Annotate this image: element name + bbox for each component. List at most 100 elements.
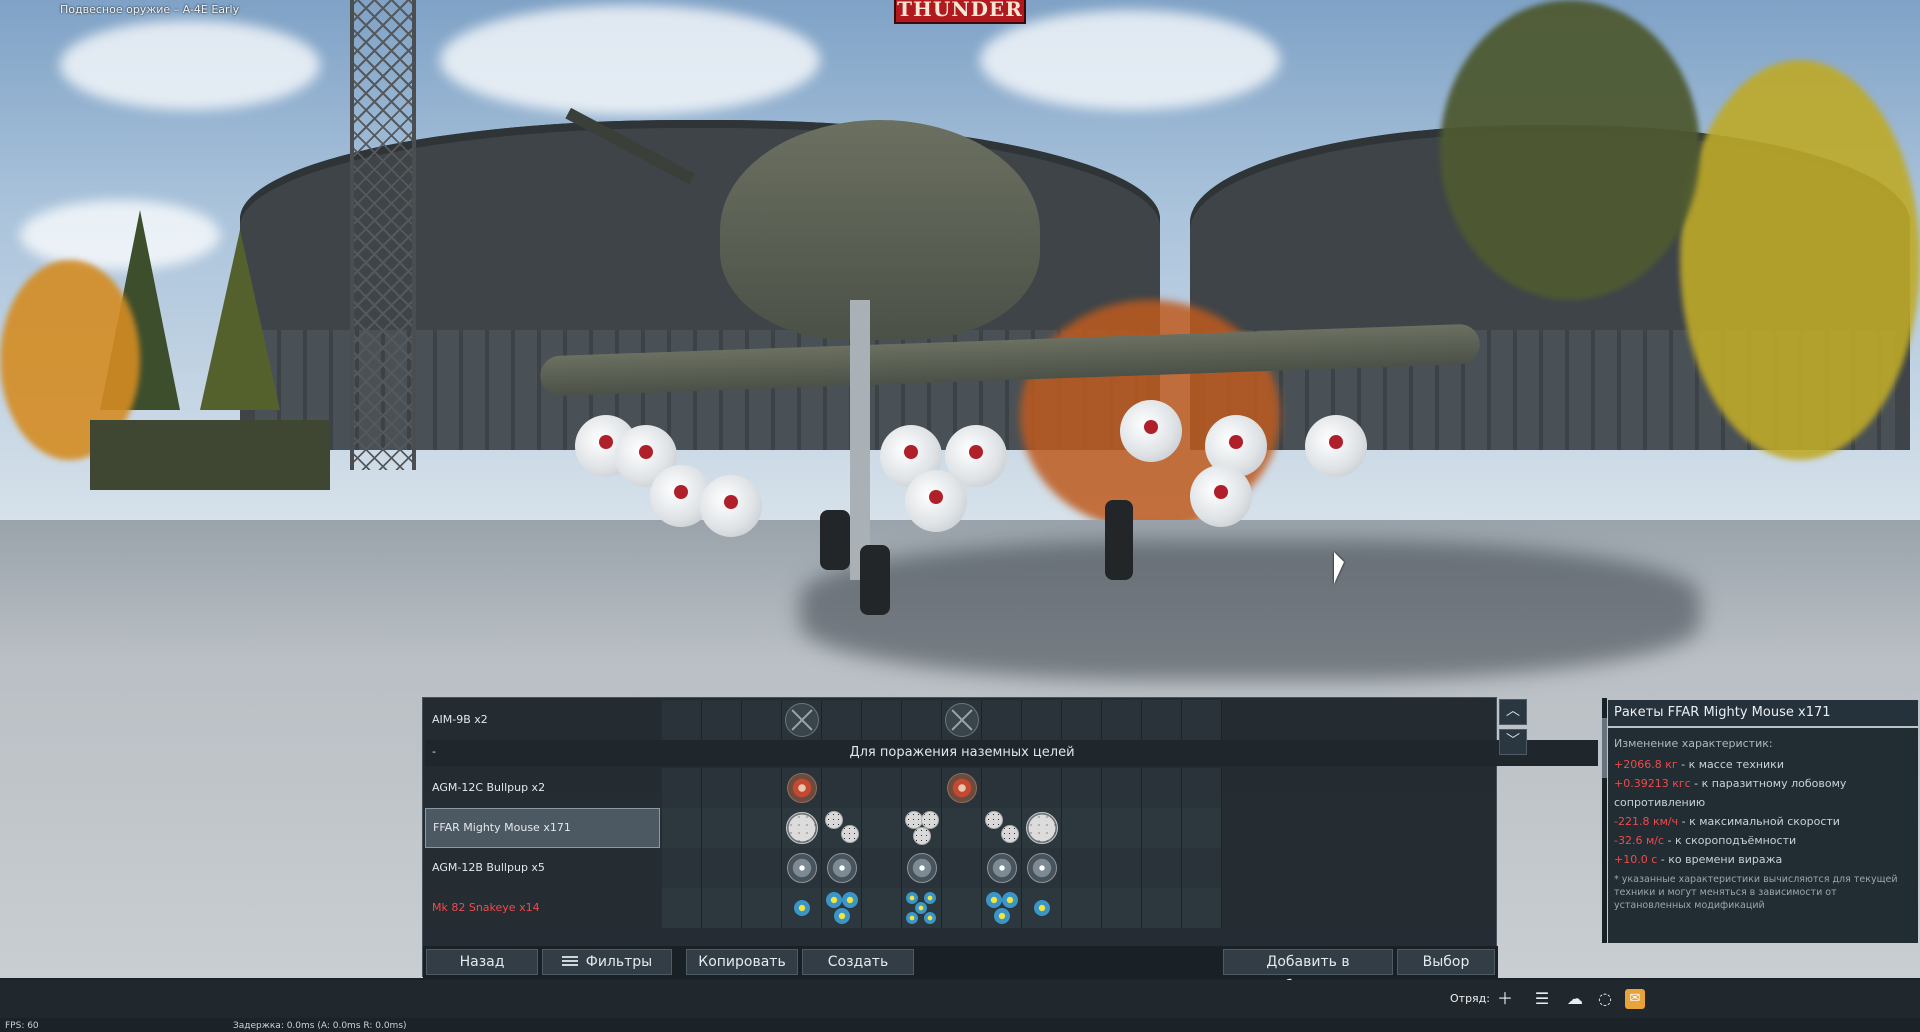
plus-icon[interactable]: ＋ bbox=[1495, 989, 1515, 1009]
pylon-slot[interactable] bbox=[662, 848, 702, 888]
pylon-slot[interactable] bbox=[1102, 768, 1142, 808]
weapon-row[interactable]: Mk 82 Snakeye x14 bbox=[425, 888, 1603, 928]
pylon-slot[interactable] bbox=[782, 700, 822, 740]
rocket-pod-icon bbox=[786, 812, 818, 844]
weapon-row-selected[interactable]: FFAR Mighty Mouse x171 bbox=[425, 808, 1603, 848]
cloud bbox=[60, 20, 320, 110]
pylon-slot[interactable] bbox=[822, 808, 862, 848]
pylon-slot[interactable] bbox=[782, 888, 822, 928]
pylon-slot[interactable] bbox=[942, 808, 982, 848]
pylon-slot[interactable] bbox=[702, 848, 742, 888]
pylon-slot[interactable] bbox=[982, 768, 1022, 808]
weapon-row[interactable]: AGM-12B Bullpup x5 bbox=[425, 848, 1603, 888]
pylon-slot[interactable] bbox=[942, 768, 982, 808]
pylon-slot[interactable] bbox=[702, 768, 742, 808]
pylon-slot[interactable] bbox=[1182, 848, 1222, 888]
pylon-slot[interactable] bbox=[1022, 848, 1062, 888]
weapon-row-label[interactable]: AGM-12C Bullpup x2 bbox=[425, 768, 660, 808]
pylon-slot[interactable] bbox=[1142, 808, 1182, 848]
pylon-slot[interactable] bbox=[862, 888, 902, 928]
weapon-row-label[interactable]: AGM-12B Bullpup x5 bbox=[425, 848, 660, 888]
pylon-slot[interactable] bbox=[1142, 768, 1182, 808]
pylon-slot[interactable] bbox=[782, 848, 822, 888]
pylon-slot[interactable] bbox=[902, 848, 942, 888]
pylon-slot[interactable] bbox=[902, 700, 942, 740]
pylon-slot[interactable] bbox=[782, 768, 822, 808]
pylon-slot[interactable] bbox=[662, 888, 702, 928]
pylon-slot[interactable] bbox=[982, 700, 1022, 740]
pylon-slot[interactable] bbox=[862, 808, 902, 848]
pylon-slot[interactable] bbox=[1062, 700, 1102, 740]
mail-icon[interactable]: ✉ bbox=[1625, 989, 1645, 1009]
pylon-slot[interactable] bbox=[662, 700, 702, 740]
list-icon[interactable]: ☰ bbox=[1532, 989, 1552, 1009]
pylon-slot[interactable] bbox=[662, 808, 702, 848]
pylon-slot[interactable] bbox=[702, 700, 742, 740]
select-button[interactable]: Выбор bbox=[1397, 949, 1495, 975]
weapon-row[interactable]: AGM-12C Bullpup x2 bbox=[425, 768, 1603, 808]
list-scrollbar[interactable] bbox=[1602, 698, 1607, 943]
pylon-slot[interactable] bbox=[782, 808, 822, 848]
pylon-slot[interactable] bbox=[1102, 808, 1142, 848]
pylon-slot[interactable] bbox=[742, 768, 782, 808]
pylon-slot[interactable] bbox=[1102, 700, 1142, 740]
weapon-row[interactable]: AIM-9B x2 bbox=[425, 700, 1603, 740]
pylon-slot[interactable] bbox=[982, 808, 1022, 848]
pylon-slot[interactable] bbox=[742, 888, 782, 928]
pylon-slot[interactable] bbox=[1062, 808, 1102, 848]
pylon-slot[interactable] bbox=[742, 700, 782, 740]
copy-button[interactable]: Копировать bbox=[686, 949, 798, 975]
pylon-slot[interactable] bbox=[742, 848, 782, 888]
pylon-slot[interactable] bbox=[942, 888, 982, 928]
pylon-slot[interactable] bbox=[1182, 700, 1222, 740]
pylon-slot[interactable] bbox=[822, 768, 862, 808]
pylon-slot[interactable] bbox=[822, 700, 862, 740]
add-favorite-button[interactable]: Добавить в избранные bbox=[1223, 949, 1393, 994]
pylon-slot[interactable] bbox=[942, 848, 982, 888]
pylon-slot[interactable] bbox=[1182, 768, 1222, 808]
pylon-slot[interactable] bbox=[1062, 768, 1102, 808]
pylon-slot[interactable] bbox=[742, 808, 782, 848]
pylon-slot[interactable] bbox=[902, 768, 942, 808]
pylon-slot[interactable] bbox=[1022, 808, 1062, 848]
pylon-slot[interactable] bbox=[982, 888, 1022, 928]
pylon-slot[interactable] bbox=[1182, 808, 1222, 848]
pylon-slot[interactable] bbox=[702, 808, 742, 848]
pylon-slot[interactable] bbox=[1102, 888, 1142, 928]
pylon-slot[interactable] bbox=[1182, 888, 1222, 928]
bomb-icon bbox=[842, 892, 858, 908]
pylon-slot[interactable] bbox=[902, 888, 942, 928]
pylon-slot[interactable] bbox=[1022, 700, 1062, 740]
pylon-slot[interactable] bbox=[862, 768, 902, 808]
weapon-row-label[interactable]: Mk 82 Snakeye x14 bbox=[425, 888, 660, 928]
filters-button[interactable]: Фильтры bbox=[542, 949, 672, 975]
pylon-slot[interactable] bbox=[1142, 700, 1182, 740]
pylon-slot[interactable] bbox=[1022, 888, 1062, 928]
pylon-slot[interactable] bbox=[862, 848, 902, 888]
aircraft-shadow bbox=[800, 540, 1700, 680]
scroll-up-button[interactable]: ︿ bbox=[1499, 699, 1527, 725]
create-button[interactable]: Создать bbox=[802, 949, 914, 975]
pylon-slot[interactable] bbox=[822, 848, 862, 888]
pylon-slot[interactable] bbox=[1142, 888, 1182, 928]
pylon-slot[interactable] bbox=[662, 768, 702, 808]
scrollbar-thumb[interactable] bbox=[1602, 718, 1607, 778]
weapon-row-label[interactable]: AIM-9B x2 bbox=[425, 700, 660, 740]
pylon-slot[interactable] bbox=[1062, 888, 1102, 928]
scroll-down-button[interactable]: ﹀ bbox=[1499, 729, 1527, 755]
friends-icon[interactable]: ☁ bbox=[1565, 989, 1585, 1009]
pylon-slot[interactable] bbox=[1062, 848, 1102, 888]
pylon-slot[interactable] bbox=[702, 888, 742, 928]
pylon-slot[interactable] bbox=[942, 700, 982, 740]
pylon-slot[interactable] bbox=[822, 888, 862, 928]
pylon-slot[interactable] bbox=[1142, 848, 1182, 888]
pylon-slot[interactable] bbox=[1022, 768, 1062, 808]
pylon-slot[interactable] bbox=[902, 808, 942, 848]
pylon-slot[interactable] bbox=[1102, 848, 1142, 888]
bomb-icon bbox=[994, 908, 1010, 924]
pylon-slot[interactable] bbox=[862, 700, 902, 740]
weapon-row-label[interactable]: FFAR Mighty Mouse x171 bbox=[425, 808, 660, 848]
pylon-slot[interactable] bbox=[982, 848, 1022, 888]
chat-icon[interactable]: ◌ bbox=[1595, 989, 1615, 1009]
back-button[interactable]: Назад bbox=[426, 949, 538, 975]
